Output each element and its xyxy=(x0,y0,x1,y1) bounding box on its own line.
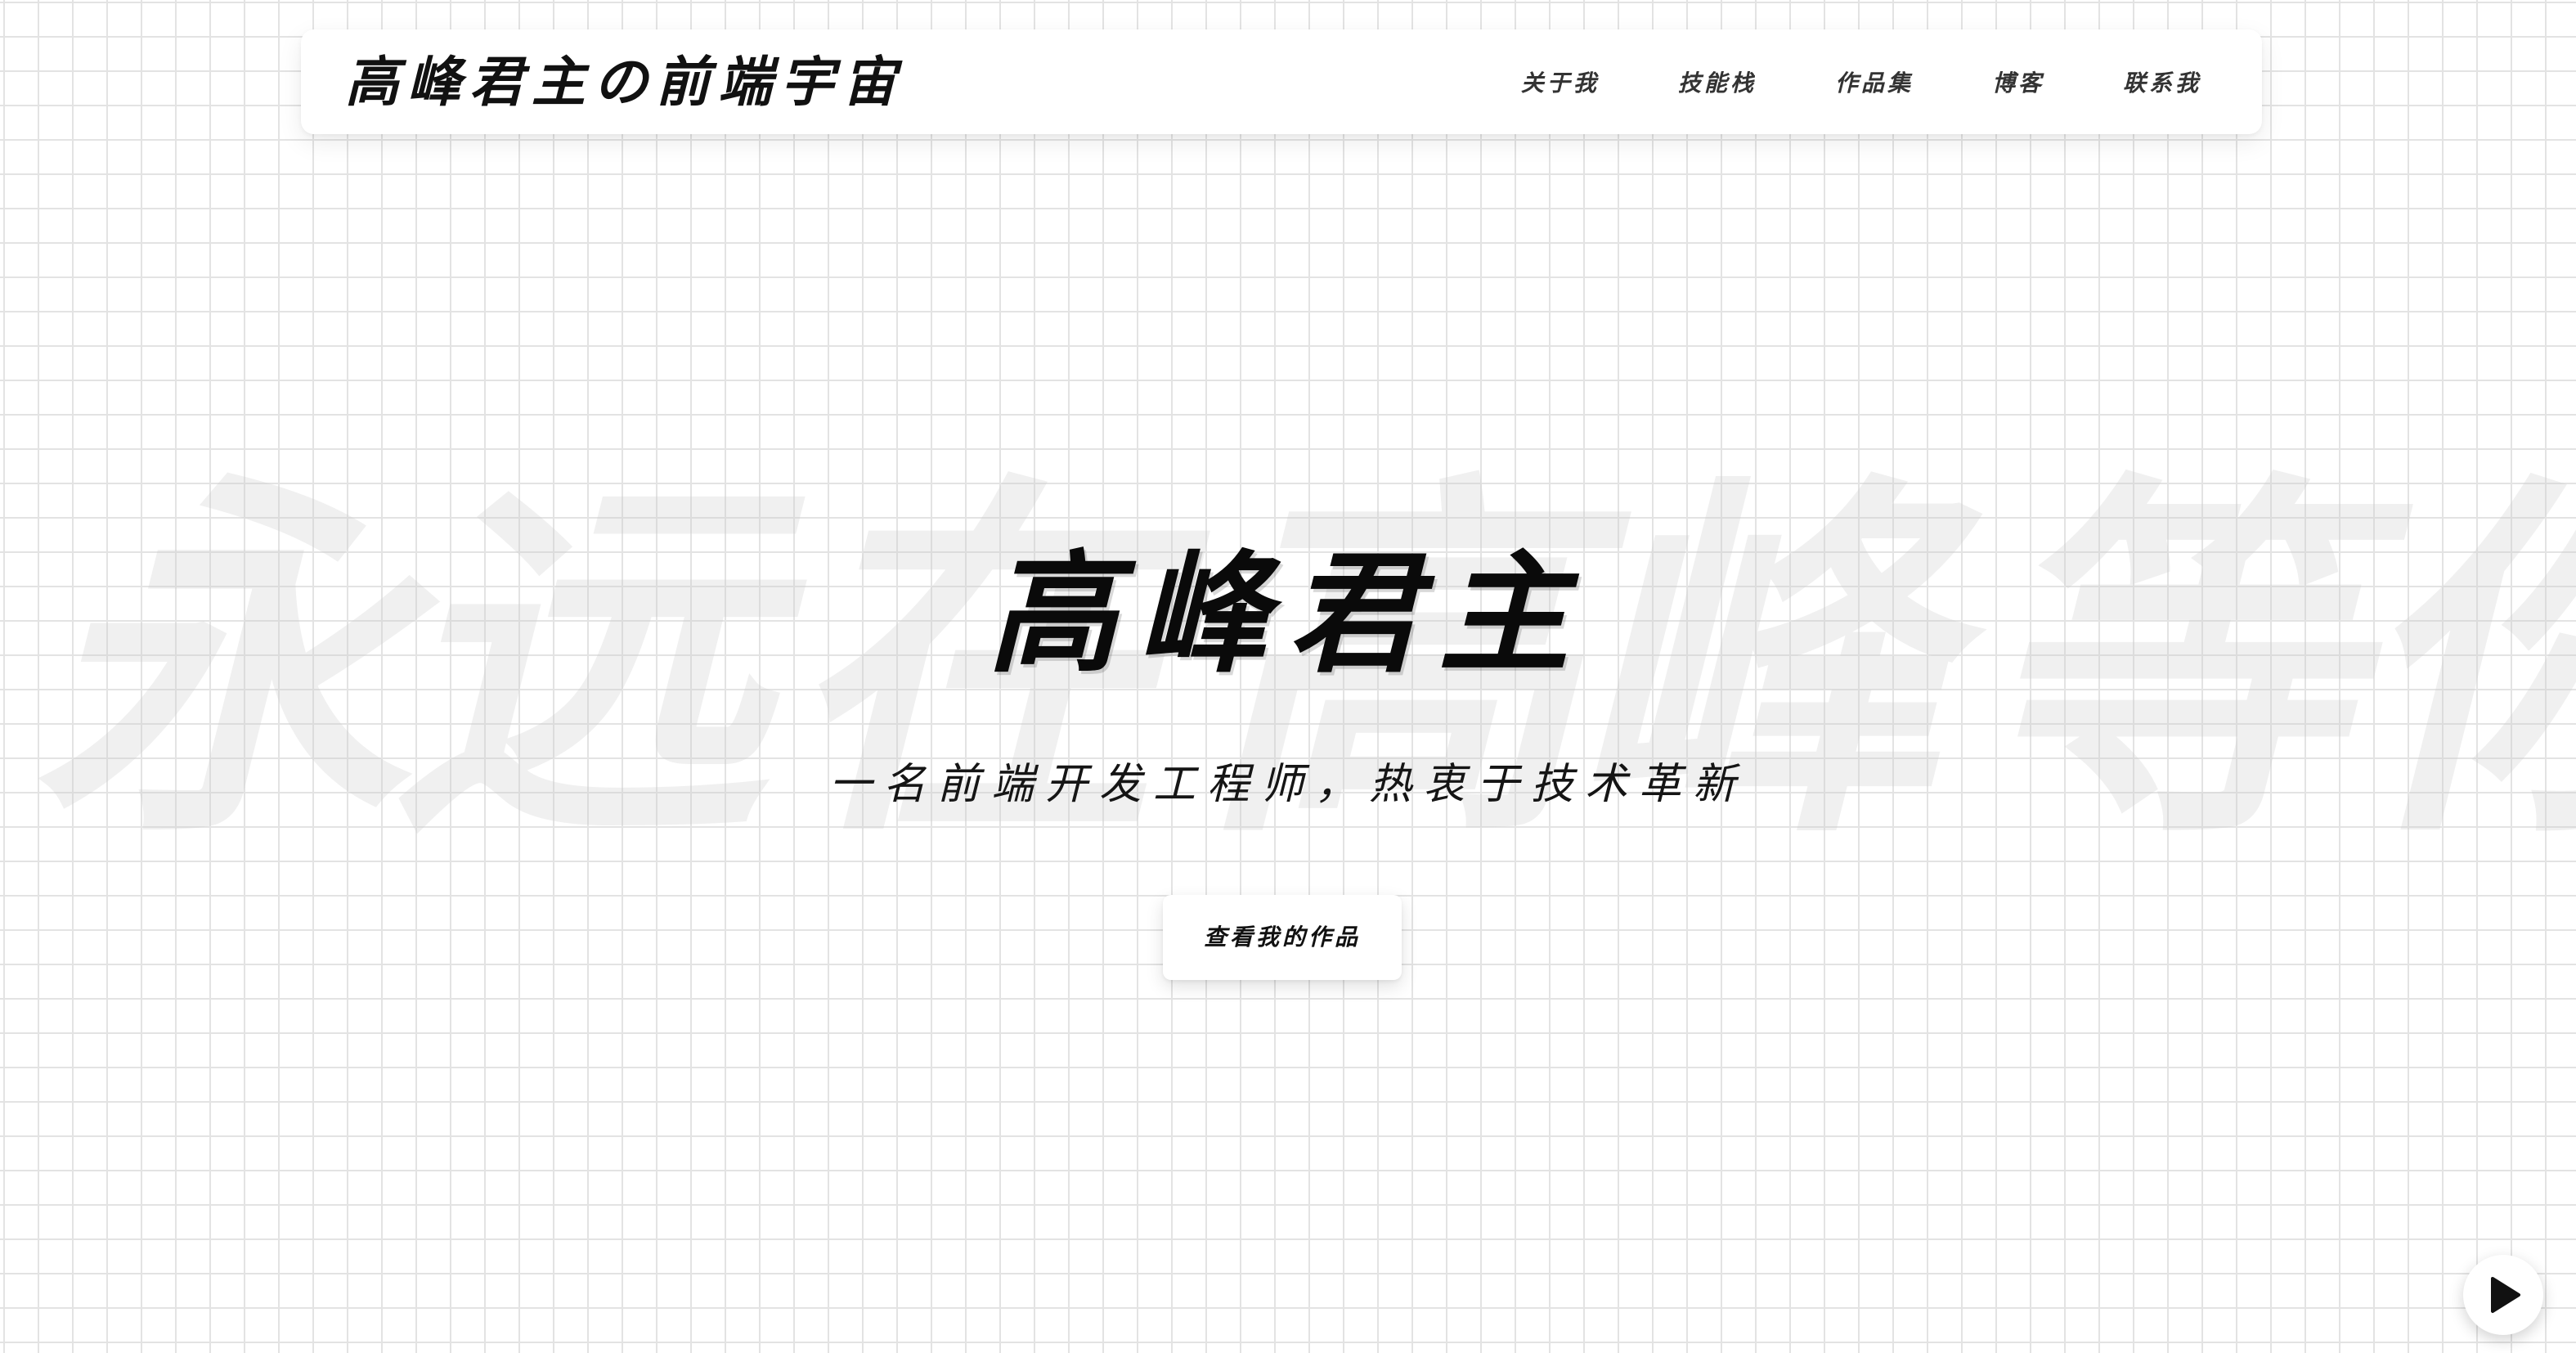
nav-link-about[interactable]: 关于我 xyxy=(1521,65,1600,98)
music-play-button[interactable] xyxy=(2463,1255,2543,1335)
play-icon xyxy=(2491,1277,2520,1313)
nav-link-skills[interactable]: 技能栈 xyxy=(1678,65,1757,98)
top-nav-bar: 高峰君主の前端宇宙 关于我 技能栈 作品集 博客 联系我 xyxy=(301,29,2262,134)
nav-link-portfolio[interactable]: 作品集 xyxy=(1835,65,1914,98)
nav-link-blog[interactable]: 博客 xyxy=(1992,65,2044,98)
main-nav: 关于我 技能栈 作品集 博客 联系我 xyxy=(1521,29,2201,134)
site-logo[interactable]: 高峰君主の前端宇宙 xyxy=(345,47,904,116)
hero-subtitle: 一名前端开发工程师，热衷于技术革新 xyxy=(828,760,1747,809)
view-works-button[interactable]: 查看我的作品 xyxy=(1163,895,1402,980)
nav-link-contact[interactable]: 联系我 xyxy=(2123,65,2201,98)
hero-title: 高峰君主 xyxy=(986,537,1589,690)
